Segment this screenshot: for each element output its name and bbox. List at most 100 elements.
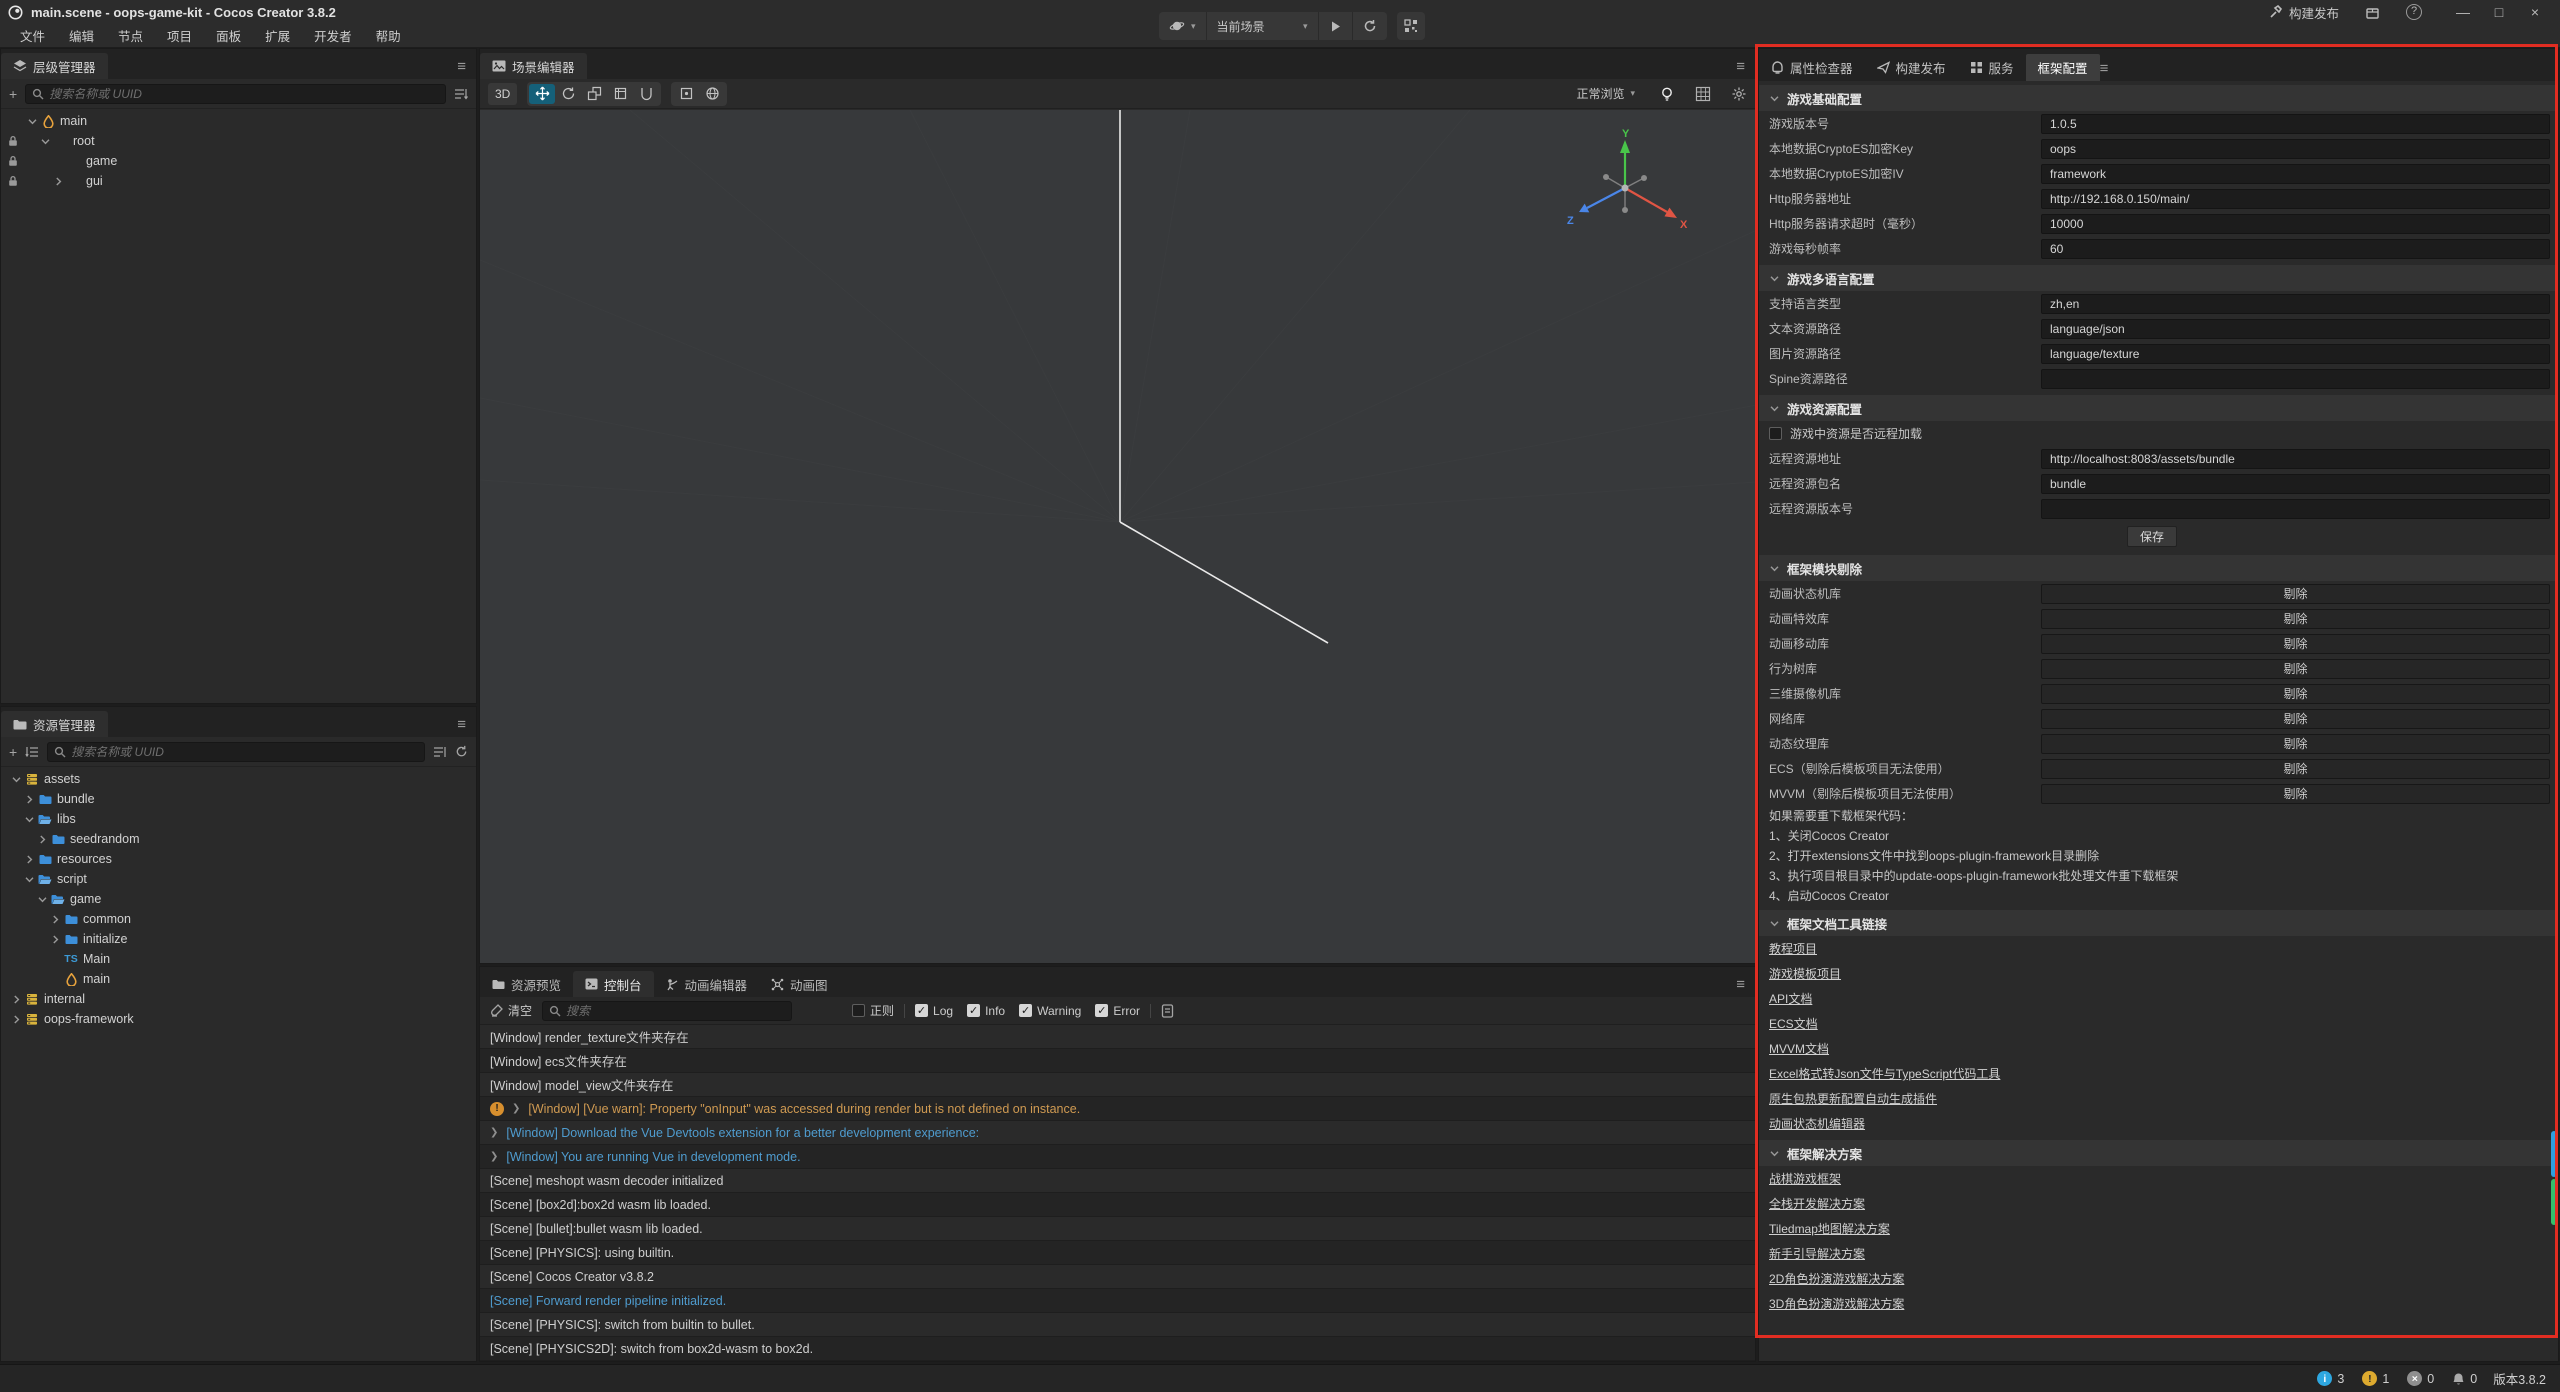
package-button[interactable] (2365, 5, 2380, 20)
coordinate-toggle-button[interactable] (699, 84, 725, 104)
remove-module-button[interactable]: 剔除 (2041, 709, 2550, 729)
remove-module-button[interactable]: 剔除 (2041, 784, 2550, 804)
remove-module-button[interactable]: 剔除 (2041, 759, 2550, 779)
inspector-menu-icon[interactable]: ≡ (2100, 60, 2109, 77)
lightbulb-icon[interactable] (1659, 86, 1675, 102)
hierarchy-tab[interactable]: 层级管理器 (1, 53, 108, 79)
scene-select-dropdown[interactable]: 当前场景 ▾ (1207, 12, 1319, 40)
rect-tool-button[interactable] (607, 84, 633, 104)
move-tool-button[interactable] (529, 84, 555, 104)
chevron-right-icon[interactable] (51, 176, 65, 187)
log-row[interactable]: [Scene] [bullet]:bullet wasm lib loaded. (480, 1217, 1755, 1241)
clear-console-button[interactable]: 清空 (490, 1002, 532, 1019)
orientation-gizmo[interactable]: Y X Z (1563, 128, 1693, 238)
doc-link[interactable]: 原生包热更新配置自动生成插件 (1769, 1090, 1937, 1107)
doc-link[interactable]: 全栈开发解决方案 (1769, 1195, 1865, 1212)
log-row[interactable]: [Scene] meshopt wasm decoder initialized (480, 1169, 1755, 1193)
hierarchy-search-input[interactable] (49, 87, 439, 101)
inspector-scrollbar-thumb-blue[interactable] (2551, 1131, 2557, 1177)
section-header[interactable]: 框架解决方案 (1759, 1140, 2558, 1166)
filter-log-checkbox[interactable]: ✓Log (915, 1004, 953, 1018)
help-button[interactable]: ? (2406, 4, 2422, 20)
console-tab-4[interactable]: 动画图 (759, 971, 840, 997)
menu-8[interactable]: 帮助 (366, 24, 411, 47)
scale-tool-button[interactable] (581, 84, 607, 104)
chevron-right-icon[interactable] (22, 794, 36, 805)
assets-node-initialize[interactable]: initialize (1, 929, 476, 949)
assets-node-script[interactable]: script (1, 869, 476, 889)
menu-5[interactable]: 面板 (206, 24, 251, 47)
remove-module-button[interactable]: 剔除 (2041, 734, 2550, 754)
log-row[interactable]: [Scene] Forward render pipeline initiali… (480, 1289, 1755, 1313)
expand-chevron-icon[interactable]: ❯ (490, 1127, 498, 1138)
field-input[interactable] (2041, 449, 2550, 469)
mode-3d-button[interactable]: 3D (488, 83, 517, 105)
menu-7[interactable]: 开发者 (304, 24, 362, 47)
doc-link[interactable]: 2D角色扮演游戏解决方案 (1769, 1270, 1904, 1287)
assets-search[interactable] (47, 742, 425, 762)
play-button[interactable] (1319, 12, 1353, 40)
inspector-tab-2[interactable]: 构建发布 (1865, 54, 1958, 81)
chevron-right-icon[interactable] (35, 834, 49, 845)
doc-link[interactable]: 教程项目 (1769, 940, 1817, 957)
field-input[interactable] (2041, 164, 2550, 184)
expand-chevron-icon[interactable]: ❯ (490, 1151, 498, 1162)
inspector-tab-3[interactable]: 服务 (1958, 54, 2026, 81)
status-warning-counter[interactable]: ! 1 (2362, 1371, 2389, 1386)
console-search[interactable] (542, 1001, 792, 1021)
doc-link[interactable]: Excel格式转Json文件与TypeScript代码工具 (1769, 1065, 2000, 1082)
remote-load-checkbox[interactable] (1769, 427, 1782, 440)
log-row[interactable]: [Window] ecs文件夹存在 (480, 1049, 1755, 1073)
filter-info-checkbox[interactable]: ✓Info (967, 1004, 1005, 1018)
add-asset-button[interactable]: + (9, 745, 17, 759)
assets-node-common[interactable]: common (1, 909, 476, 929)
platform-select[interactable]: ▾ (1159, 12, 1207, 40)
log-row[interactable]: !❯[Window] [Vue warn]: Property "onInput… (480, 1097, 1755, 1121)
filter-warning-checkbox[interactable]: ✓Warning (1019, 1004, 1081, 1018)
section-header[interactable]: 框架模块剔除 (1759, 555, 2558, 581)
assets-node-game[interactable]: game (1, 889, 476, 909)
remove-module-button[interactable]: 剔除 (2041, 609, 2550, 629)
chevron-right-icon[interactable] (22, 854, 36, 865)
log-row[interactable]: [Scene] Cocos Creator v3.8.2 (480, 1265, 1755, 1289)
field-input[interactable] (2041, 139, 2550, 159)
hierarchy-filter-icon[interactable] (454, 88, 468, 100)
field-input[interactable] (2041, 214, 2550, 234)
section-header[interactable]: 游戏基础配置 (1759, 85, 2558, 111)
save-button[interactable]: 保存 (2127, 526, 2177, 547)
add-node-button[interactable]: + (9, 87, 17, 101)
log-row[interactable]: [Window] render_texture文件夹存在 (480, 1025, 1755, 1049)
log-row[interactable]: [Scene] [PHYSICS2D]: switch from box2d-w… (480, 1337, 1755, 1361)
doc-link[interactable]: ECS文档 (1769, 1015, 1818, 1032)
assets-node-seedrandom[interactable]: seedrandom (1, 829, 476, 849)
log-row[interactable]: [Scene] [box2d]:box2d wasm lib loaded. (480, 1193, 1755, 1217)
inspector-tab-1[interactable]: 属性检查器 (1759, 54, 1865, 81)
section-header[interactable]: 游戏多语言配置 (1759, 265, 2558, 291)
console-tab-2[interactable]: 控制台 (573, 971, 654, 997)
hierarchy-search[interactable] (25, 84, 446, 104)
view-mode-dropdown[interactable]: 正常浏览 ▾ (1576, 85, 1635, 102)
scene-viewport[interactable]: Y X Z (480, 110, 1755, 963)
chevron-down-icon[interactable] (35, 894, 49, 905)
assets-tab[interactable]: 资源管理器 (1, 711, 108, 737)
inspector-scrollbar-thumb-green[interactable] (2551, 1179, 2557, 1225)
field-input[interactable] (2041, 114, 2550, 134)
console-menu-icon[interactable]: ≡ (1736, 976, 1745, 993)
section-header[interactable]: 框架文档工具链接 (1759, 910, 2558, 936)
pivot-toggle-button[interactable] (673, 84, 699, 104)
chevron-right-icon[interactable] (9, 1014, 23, 1025)
doc-link[interactable]: 战棋游戏框架 (1769, 1170, 1841, 1187)
field-input[interactable] (2041, 369, 2550, 389)
chevron-down-icon[interactable] (25, 116, 39, 127)
chevron-down-icon[interactable] (9, 774, 23, 785)
chevron-right-icon[interactable] (9, 994, 23, 1005)
expand-chevron-icon[interactable]: ❯ (512, 1103, 520, 1114)
assets-search-input[interactable] (71, 745, 418, 759)
menu-3[interactable]: 节点 (108, 24, 153, 47)
assets-node-internal[interactable]: internal (1, 989, 476, 1009)
console-tab-1[interactable]: 资源预览 (480, 971, 573, 997)
doc-link[interactable]: MVVM文档 (1769, 1040, 1829, 1057)
field-input[interactable] (2041, 189, 2550, 209)
chevron-down-icon[interactable] (38, 136, 52, 147)
log-detail-icon[interactable] (1161, 1004, 1174, 1018)
